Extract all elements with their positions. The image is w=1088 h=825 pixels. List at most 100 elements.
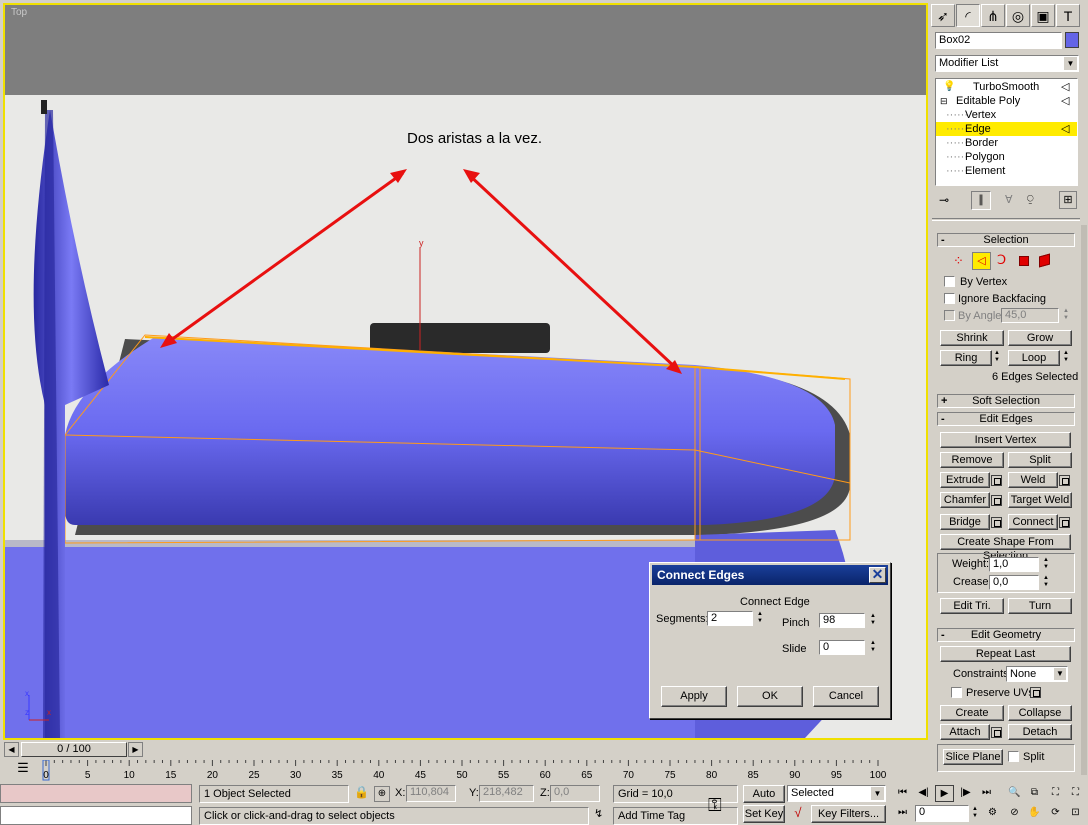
arc-rotate-icon[interactable]: ⟳: [1046, 805, 1065, 822]
collapse-icon[interactable]: ⊟: [940, 94, 948, 108]
zoom-all-icon[interactable]: ⧉: [1025, 785, 1044, 802]
track-bar-toggle-icon[interactable]: ☰: [12, 760, 34, 778]
stack-item-border[interactable]: ······ Border: [936, 136, 1077, 150]
current-frame-input[interactable]: 0: [915, 805, 969, 822]
lightbulb-icon[interactable]: 💡: [943, 80, 955, 94]
create-shape-button[interactable]: Create Shape From Selection: [940, 534, 1071, 562]
set-key-icon[interactable]: √: [788, 805, 808, 823]
key-icon[interactable]: ⚿: [708, 795, 722, 816]
bridge-settings-icon[interactable]: [991, 517, 1002, 528]
attach-settings-icon[interactable]: [991, 727, 1002, 738]
stack-item-polygon[interactable]: ······ Polygon: [936, 150, 1077, 164]
bridge-button[interactable]: Bridge: [940, 514, 990, 530]
make-unique-icon[interactable]: ∀: [1005, 193, 1013, 206]
go-to-start-icon[interactable]: ⏮: [893, 785, 912, 802]
by-vertex-checkbox[interactable]: [944, 276, 955, 287]
preserve-uvs-checkbox[interactable]: [951, 687, 962, 698]
z-coordinate[interactable]: 0,0: [550, 785, 600, 802]
element-mode-icon[interactable]: [1039, 253, 1050, 268]
selection-rollout-header[interactable]: - Selection: [937, 233, 1075, 247]
command-panel-scrollbar[interactable]: [1081, 225, 1087, 775]
remove-modifier-icon[interactable]: ⍜: [1027, 193, 1034, 206]
cancel-button[interactable]: Cancel: [813, 686, 879, 707]
track-bar[interactable]: 0 5 10 15 20 25 30 35 40 45 50 55 60 65 70 75 80 85 90 95 10…: [38, 759, 890, 782]
edge-mode-icon[interactable]: ◁: [972, 252, 991, 270]
by-angle-checkbox[interactable]: [944, 310, 955, 321]
chevron-down-icon[interactable]: ▼: [1064, 57, 1077, 70]
preserve-uvs-settings-icon[interactable]: [1030, 687, 1041, 698]
configure-sets-icon[interactable]: ⊞: [1059, 191, 1077, 209]
edit-geometry-rollout-header[interactable]: - Edit Geometry: [937, 628, 1075, 642]
pinch-spinner-arrows[interactable]: ▲ ▼: [868, 613, 878, 628]
maximize-viewport-icon[interactable]: ⊡: [1066, 805, 1085, 822]
chevron-right-icon[interactable]: ▶: [128, 742, 143, 757]
display-icon[interactable]: ▣: [1031, 4, 1055, 27]
create-button[interactable]: Create: [940, 705, 1004, 721]
slide-input[interactable]: 0: [819, 640, 865, 655]
zoom-extents-icon[interactable]: ⛶: [1046, 785, 1065, 802]
loop-spinner-arrows[interactable]: ▲ ▼: [1061, 350, 1071, 365]
slide-spinner-arrows[interactable]: ▲ ▼: [868, 640, 878, 655]
weld-settings-icon[interactable]: [1059, 475, 1070, 486]
field-of-view-icon[interactable]: ⊘: [1005, 805, 1024, 822]
zoom-extents-all-icon[interactable]: ⛶: [1066, 785, 1085, 802]
crease-spinner-arrows[interactable]: ▲ ▼: [1041, 575, 1051, 590]
ring-button[interactable]: Ring: [940, 350, 992, 366]
soft-selection-rollout-header[interactable]: + Soft Selection: [937, 394, 1075, 408]
zoom-icon[interactable]: 🔍: [1005, 785, 1024, 802]
motion-icon[interactable]: ◎: [1006, 4, 1030, 27]
next-frame-icon[interactable]: |▶: [956, 785, 975, 802]
time-configuration-icon[interactable]: ⚙: [983, 805, 1002, 822]
ignore-backfacing-checkbox[interactable]: [944, 293, 955, 304]
attach-button[interactable]: Attach: [940, 724, 990, 740]
weight-input[interactable]: 1,0: [989, 557, 1039, 572]
key-mode-toggle-icon[interactable]: ⏭: [893, 805, 912, 822]
chamfer-button[interactable]: Chamfer: [940, 492, 990, 508]
shrink-button[interactable]: Shrink: [940, 330, 1004, 346]
chamfer-settings-icon[interactable]: [991, 495, 1002, 506]
lock-icon[interactable]: 🔒: [354, 785, 369, 803]
stack-item-turbosmooth[interactable]: 💡 TurboSmooth ◁: [936, 80, 1077, 94]
object-name-input[interactable]: Box02: [935, 32, 1062, 49]
modifier-list-dropdown[interactable]: Modifier List ▼: [935, 55, 1079, 72]
collapse-button[interactable]: Collapse: [1008, 705, 1072, 721]
by-angle-spinner-arrows[interactable]: ▲ ▼: [1061, 308, 1071, 323]
maxscript-listener[interactable]: [0, 784, 192, 803]
pinch-input[interactable]: 98: [819, 613, 865, 628]
chevron-down-icon[interactable]: ▼: [871, 787, 884, 800]
segments-input[interactable]: 2: [707, 611, 753, 626]
segments-spinner-arrows[interactable]: ▲ ▼: [755, 611, 765, 626]
hierarchy-icon[interactable]: ⋔: [981, 4, 1005, 27]
auto-key-button[interactable]: Auto Key: [743, 785, 785, 816]
split-checkbox[interactable]: [1008, 751, 1019, 762]
set-key-button[interactable]: Set Key: [743, 805, 785, 823]
x-coordinate[interactable]: 110,804: [406, 785, 456, 802]
dialog-titlebar[interactable]: Connect Edges ✕: [652, 565, 888, 585]
previous-frame-icon[interactable]: ◀|: [914, 785, 933, 802]
close-icon[interactable]: ✕: [869, 567, 886, 583]
connect-settings-icon[interactable]: [1059, 517, 1070, 528]
object-color-swatch[interactable]: [1065, 32, 1079, 48]
edit-tri-button[interactable]: Edit Tri.: [940, 598, 1004, 614]
loop-button[interactable]: Loop: [1008, 350, 1060, 366]
time-slider-thumb[interactable]: 0 / 100: [21, 742, 127, 757]
weight-spinner-arrows[interactable]: ▲ ▼: [1041, 557, 1051, 572]
detach-button[interactable]: Detach: [1008, 724, 1072, 740]
ok-button[interactable]: OK: [737, 686, 803, 707]
current-frame-spinner-arrows[interactable]: ▲ ▼: [970, 806, 980, 821]
border-mode-icon[interactable]: Ↄ: [997, 252, 1006, 268]
constraints-dropdown[interactable]: None ▼: [1006, 666, 1068, 682]
extrude-button[interactable]: Extrude: [940, 472, 990, 488]
chevron-down-icon[interactable]: ▼: [1054, 668, 1066, 680]
polygon-mode-icon[interactable]: [1019, 256, 1029, 266]
time-slider[interactable]: ◀ 0 / 100 ▶: [4, 741, 929, 758]
ring-spinner-arrows[interactable]: ▲ ▼: [992, 350, 1002, 365]
remove-button[interactable]: Remove: [940, 452, 1004, 468]
create-icon[interactable]: ➶: [931, 4, 955, 27]
key-filters-button[interactable]: Key Filters...: [811, 805, 886, 823]
apply-button[interactable]: Apply: [661, 686, 727, 707]
stack-item-edge[interactable]: ······ Edge ◁: [936, 122, 1077, 136]
show-end-result-icon[interactable]: ∥: [971, 191, 991, 210]
slice-plane-button[interactable]: Slice Plane: [943, 749, 1003, 765]
go-to-end-icon[interactable]: ⏭: [977, 785, 996, 802]
